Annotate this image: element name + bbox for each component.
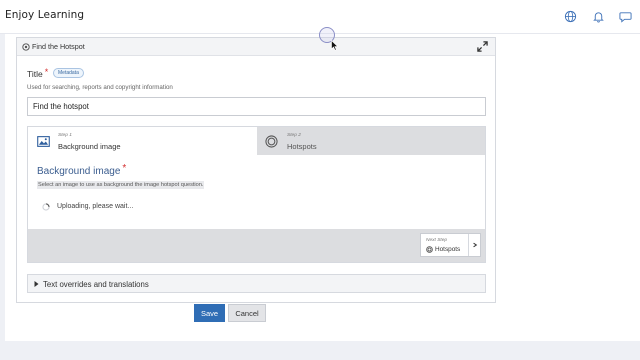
chat-icon[interactable] [619,10,632,23]
target-icon [265,135,278,148]
hotspot-editor: Find the Hotspot Title * Metadata Used fo… [16,37,496,303]
step-1-caption: Step 1 [58,133,72,138]
editor-header: Find the Hotspot [17,38,495,56]
globe-icon[interactable] [564,10,577,23]
image-icon [37,136,50,147]
expand-icon[interactable] [477,41,488,52]
title-input[interactable] [27,97,486,116]
next-step-name: Hotspots [435,246,461,253]
next-step-caption: Next Step [426,238,448,243]
wizard-footer: Next Step Hotspots [28,229,485,262]
uploading-status: Uploading, please wait... [57,203,134,210]
text-overrides-label: Text overrides and translations [43,280,149,289]
wizard-panel: Step 1 Background image Step 2 Hotspots … [27,126,486,263]
bell-icon[interactable] [592,10,605,23]
tab-hotspots[interactable]: Step 2 Hotspots [257,127,485,155]
step-2-name: Hotspots [287,142,317,151]
required-mark: * [44,67,49,77]
next-step-button[interactable]: Next Step Hotspots [420,233,481,257]
cancel-button[interactable]: Cancel [228,304,266,322]
title-field-label: Title * [27,67,49,79]
target-icon [426,246,433,253]
save-button[interactable]: Save [194,304,225,322]
tab-background-image[interactable]: Step 1 Background image [28,127,257,155]
step-1-name: Background image [58,142,121,151]
text-overrides-toggle[interactable]: Text overrides and translations [27,274,486,293]
loading-spinner-icon [42,203,50,211]
hotspot-icon [22,43,30,51]
chevron-right-icon [468,234,478,256]
mouse-cursor-icon [331,40,339,51]
section-hint: Select an image to use as background the… [37,181,205,189]
editor-header-title: Find the Hotspot [32,42,85,51]
section-title: Background image * [37,163,127,177]
caret-right-icon [34,281,39,287]
step-2-caption: Step 2 [287,133,301,138]
title-help-text: Used for searching, reports and copyrigh… [27,84,173,91]
app-title[interactable]: Enjoy Learning [5,9,84,21]
metadata-button[interactable]: Metadata [53,68,84,78]
